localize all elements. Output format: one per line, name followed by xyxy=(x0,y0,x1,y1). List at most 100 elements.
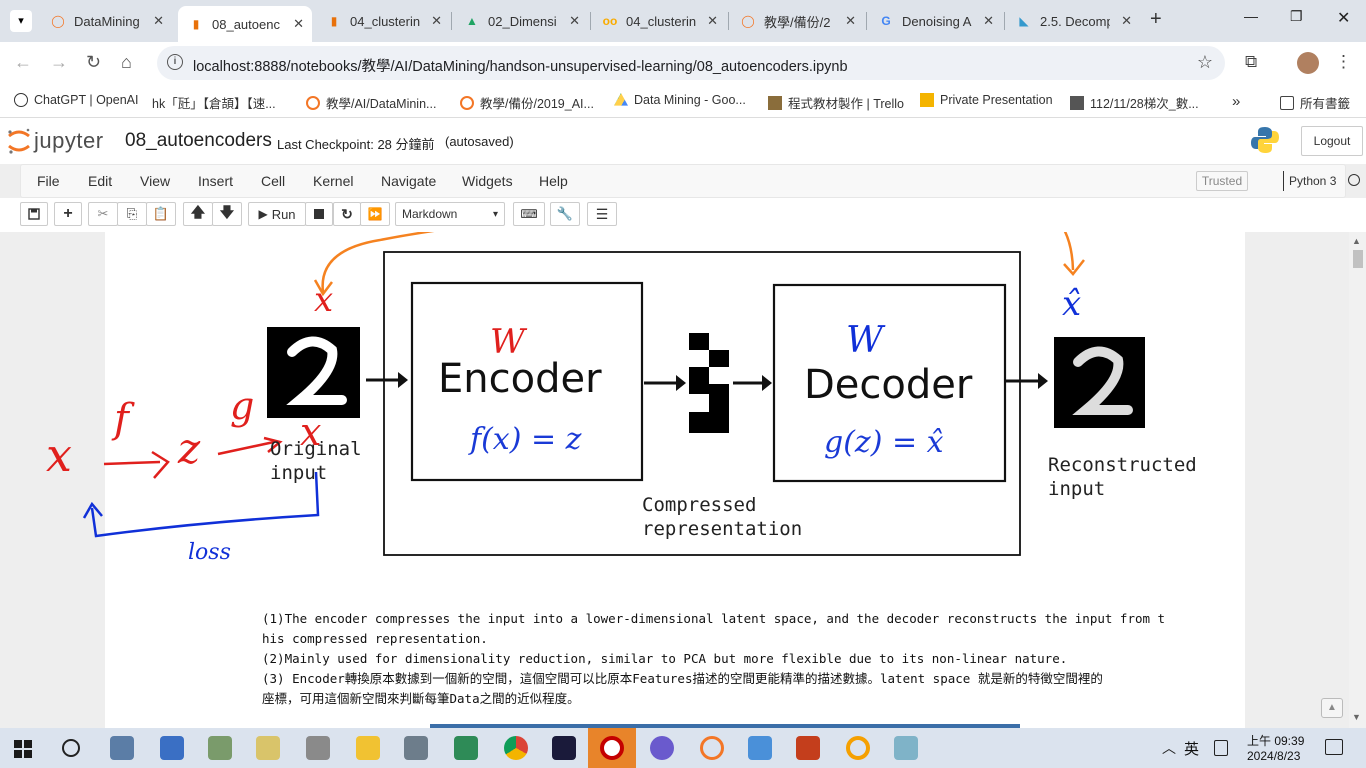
close-icon[interactable]: ✕ xyxy=(431,13,442,29)
ime-indicator[interactable]: 英 xyxy=(1184,738,1199,759)
extensions-icon[interactable]: ⧉ xyxy=(1245,52,1257,72)
search-icon[interactable] xyxy=(62,739,80,757)
move-up-button[interactable]: 🡅 xyxy=(183,202,213,226)
opera-icon[interactable] xyxy=(588,728,636,768)
restore-icon[interactable]: ❐ xyxy=(1290,8,1303,25)
bookmark-trello[interactable]: 程式教材製作 | Trello xyxy=(768,93,904,112)
keyboard-button[interactable]: ⌨ xyxy=(513,202,545,226)
jupyter-logo[interactable]: jupyter xyxy=(6,124,116,158)
windows-start-icon[interactable] xyxy=(14,740,32,758)
copy-button[interactable]: ⎘ xyxy=(117,202,147,226)
taskbar-app-3-icon[interactable] xyxy=(208,736,232,760)
move-down-button[interactable]: 🡇 xyxy=(212,202,242,226)
interrupt-button[interactable] xyxy=(305,202,333,226)
bookmark-hk[interactable]: hk「瓩」【倉頡】【速... xyxy=(152,93,276,112)
menu-widgets[interactable]: Widgets xyxy=(462,173,513,189)
close-icon[interactable]: ✕ xyxy=(569,13,580,29)
bookmark-backup[interactable]: 教學/備份/2019_AI... xyxy=(460,93,594,112)
bookmark-course[interactable]: 112/11/28梯次_數... xyxy=(1070,93,1199,112)
menu-navigate[interactable]: Navigate xyxy=(381,173,436,189)
bookmarks-overflow-icon[interactable]: » xyxy=(1232,93,1240,110)
site-info-icon[interactable]: i xyxy=(167,54,183,70)
tab-08-autoencoders[interactable]: ▮ 08_autoenc ✕ xyxy=(178,6,312,42)
new-tab-button[interactable]: + xyxy=(1150,8,1162,31)
page-scrollbar[interactable]: ▲ ▼ xyxy=(1349,232,1366,728)
menu-insert[interactable]: Insert xyxy=(198,173,233,189)
close-icon[interactable]: ✕ xyxy=(1121,13,1132,29)
chrome-icon[interactable] xyxy=(504,736,528,760)
minimize-icon[interactable]: — xyxy=(1244,8,1258,24)
taskbar-app-17-icon[interactable] xyxy=(894,736,918,760)
bookmark-chatgpt[interactable]: ChatGPT | OpenAI xyxy=(14,93,138,107)
notification-icon[interactable] xyxy=(1325,739,1343,755)
paste-button[interactable]: 📋 xyxy=(146,202,176,226)
menu-file[interactable]: File xyxy=(37,173,60,189)
bookmark-presentation[interactable]: Private Presentation xyxy=(920,93,1053,107)
webex-icon[interactable] xyxy=(552,736,576,760)
logout-button[interactable]: Logout xyxy=(1301,126,1363,156)
tray-overflow-icon[interactable]: ︿ xyxy=(1162,738,1176,758)
tab-denoising[interactable]: G Denoising A ✕ xyxy=(868,6,1002,36)
back-icon[interactable]: ← xyxy=(14,52,32,73)
menu-edit[interactable]: Edit xyxy=(88,173,112,189)
menu-kernel[interactable]: Kernel xyxy=(313,173,353,189)
all-bookmarks[interactable]: 所有書籤 xyxy=(1280,93,1350,112)
tab-04-clustering[interactable]: ▮ 04_clusterin ✕ xyxy=(316,6,450,36)
taskbar-app-1-icon[interactable] xyxy=(110,736,134,760)
menu-help[interactable]: Help xyxy=(539,173,568,189)
tab-02-dimension[interactable]: ▲ 02_Dimensi ✕ xyxy=(454,6,588,36)
trusted-indicator[interactable]: Trusted xyxy=(1196,171,1248,191)
restart-button[interactable]: ↻ xyxy=(333,202,361,226)
run-all-button[interactable]: ⏩ xyxy=(360,202,390,226)
taskbar-app-2-icon[interactable] xyxy=(160,736,184,760)
taskbar-app-5-icon[interactable] xyxy=(306,736,330,760)
url-text[interactable]: localhost:8888/notebooks/教學/AI/DataMinin… xyxy=(193,55,848,76)
close-icon[interactable]: ✕ xyxy=(983,13,994,29)
avatar[interactable] xyxy=(1297,52,1319,74)
scroll-down-arrow[interactable]: ▼ xyxy=(1352,712,1361,722)
powerpoint-icon[interactable] xyxy=(796,736,820,760)
close-icon[interactable]: ✕ xyxy=(845,13,856,29)
home-icon[interactable]: ⌂ xyxy=(121,52,132,73)
scrollbar-thumb[interactable] xyxy=(1353,250,1363,268)
cell-type-select[interactable]: Markdown ▾ xyxy=(395,202,505,226)
taskbar-app-12-icon[interactable] xyxy=(650,736,674,760)
tab-search-button[interactable]: ▾ xyxy=(10,10,32,32)
list-button[interactable]: ☰ xyxy=(587,202,617,226)
bookmark-drive[interactable]: Data Mining - Goo... xyxy=(614,93,746,107)
jupyter-taskbar-icon[interactable] xyxy=(700,736,724,760)
tab-datamining[interactable]: ◯ DataMining ✕ xyxy=(40,6,172,36)
tab-backup[interactable]: ◯ 教學/備份/2 ✕ xyxy=(730,6,864,36)
close-icon[interactable]: ✕ xyxy=(153,13,164,29)
scroll-top-button[interactable]: ▲ xyxy=(1321,698,1343,718)
bookmark-datamining[interactable]: 教學/AI/DataMinin... xyxy=(306,93,436,112)
star-icon[interactable]: ☆ xyxy=(1197,52,1213,73)
close-icon[interactable]: ✕ xyxy=(293,16,304,32)
camera-icon[interactable] xyxy=(404,736,428,760)
taskbar-app-8-icon[interactable] xyxy=(454,736,478,760)
taskbar-app-4-icon[interactable] xyxy=(256,736,280,760)
tab-decomposition[interactable]: ◣ 2.5. Decomp ✕ xyxy=(1006,6,1140,36)
more-menu-icon[interactable]: ⋮ xyxy=(1335,52,1352,72)
omnibox[interactable]: i localhost:8888/notebooks/教學/AI/DataMin… xyxy=(157,46,1225,80)
close-icon[interactable]: ✕ xyxy=(707,13,718,29)
insert-cell-button[interactable]: + xyxy=(54,202,82,226)
tab-04-clustering-colab[interactable]: oo 04_clusterin ✕ xyxy=(592,6,726,36)
notebook-title[interactable]: 08_autoencoders xyxy=(125,130,272,152)
taskbar-app-14-icon[interactable] xyxy=(748,736,772,760)
menu-view[interactable]: View xyxy=(140,173,170,189)
close-window-icon[interactable]: ✕ xyxy=(1337,8,1350,28)
forward-icon[interactable]: → xyxy=(50,52,68,73)
ime-pad-icon[interactable] xyxy=(1214,740,1228,756)
menu-cell[interactable]: Cell xyxy=(261,173,285,189)
cut-button[interactable]: ✂ xyxy=(88,202,118,226)
clock-date[interactable]: 2024/8/23 xyxy=(1247,749,1300,763)
run-button[interactable]: ▶ Run xyxy=(248,202,306,226)
clock-time[interactable]: 上午 09:39 xyxy=(1247,732,1304,749)
file-explorer-icon[interactable] xyxy=(356,736,380,760)
taskbar-search-app-icon[interactable] xyxy=(846,736,870,760)
wrench-button[interactable]: 🔧 xyxy=(550,202,580,226)
scroll-up-arrow[interactable]: ▲ xyxy=(1352,236,1361,246)
reload-icon[interactable]: ↻ xyxy=(86,52,101,73)
save-button[interactable] xyxy=(20,202,48,226)
